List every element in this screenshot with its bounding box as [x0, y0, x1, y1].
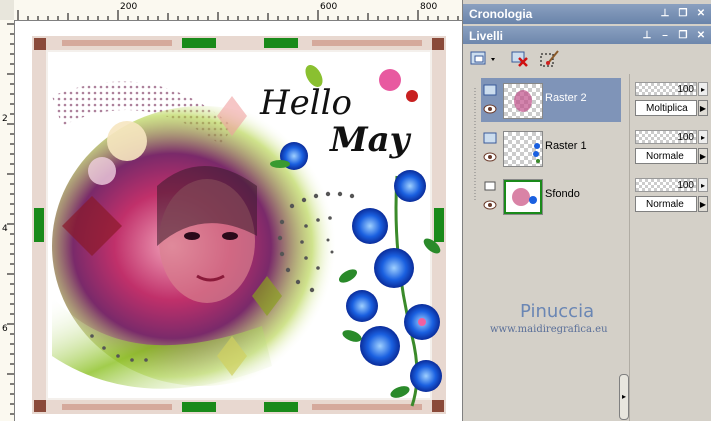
eye-icon[interactable] [483, 104, 497, 114]
image-canvas[interactable]: Hello May [15, 21, 462, 421]
blend-mode-select[interactable]: Normale [635, 148, 697, 164]
ruler-corner [0, 0, 15, 21]
app-window: 200 600 800 2 4 6 Hello May Cronologia ⊥… [0, 0, 711, 421]
layer-thumbnail-sfondo [503, 179, 543, 215]
pin-icon[interactable]: ⊥ [658, 7, 672, 21]
layer-row-sfondo[interactable]: Sfondo [481, 174, 621, 218]
panel-splitter-handle[interactable]: ▸ [619, 374, 629, 420]
ruler-top-label-800: 800 [420, 2, 438, 12]
watermark-url: www.maidiregrafica.eu [490, 324, 608, 335]
brush-selection-icon [540, 50, 559, 67]
ruler-left-label-4: 4 [2, 224, 8, 234]
watermark-name: Pinuccia [520, 301, 595, 322]
ruler-left: 2 4 6 [0, 20, 15, 421]
opacity-slider[interactable]: 100 [635, 130, 697, 144]
opacity-arrow-icon[interactable]: ▸ [698, 178, 708, 192]
layers-list: Raster 2 Raster 1 Sfondo 100 ▸ Moltiplic… [463, 74, 711, 421]
ruler-top: 200 600 800 [14, 0, 462, 21]
edit-selection-button[interactable] [539, 48, 563, 70]
layer-props-raster-1: 100 ▸ Normale ▶ [631, 126, 711, 170]
layer-name: Raster 2 [545, 92, 587, 104]
opacity-arrow-icon[interactable]: ▸ [698, 130, 708, 144]
layer-props-sfondo: 100 ▸ Normale ▶ [631, 174, 711, 218]
delete-layer-icon [511, 51, 528, 67]
layer-row-raster-1[interactable]: Raster 1 [481, 126, 621, 170]
delete-layer-button[interactable] [509, 48, 533, 70]
new-layer-icon [470, 51, 495, 65]
eye-icon[interactable] [483, 152, 497, 162]
dropdown-arrow-icon[interactable]: ▶ [698, 196, 708, 212]
dropdown-arrow-icon[interactable]: ▶ [698, 100, 708, 116]
layer-thumbnail-raster-1 [503, 131, 543, 167]
blend-mode-select[interactable]: Moltiplica [635, 100, 697, 116]
layers-palette-titlebar[interactable]: Livelli ⊥ – ❐ ✕ [463, 26, 711, 46]
history-palette-titlebar[interactable]: Cronologia ⊥ ❐ ✕ [463, 4, 711, 24]
ruler-top-ticks [17, 10, 459, 20]
layers-toolbar [463, 44, 711, 75]
may-text: May [329, 120, 412, 160]
eye-icon[interactable] [483, 200, 497, 210]
minimize-icon[interactable]: – [658, 29, 672, 43]
background-layer-icon [484, 181, 496, 191]
ruler-left-ticks [7, 23, 14, 415]
history-palette-title: Cronologia [469, 7, 533, 21]
opacity-slider[interactable]: 100 [635, 178, 697, 192]
canvas-workspace: 200 600 800 2 4 6 Hello May [0, 0, 462, 421]
layers-divider [629, 74, 630, 421]
layer-props-raster-2: 100 ▸ Moltiplica ▶ [631, 78, 711, 122]
layer-name: Sfondo [545, 188, 580, 200]
pin-icon[interactable]: ⊥ [640, 29, 654, 43]
ruler-top-label-600: 600 [320, 2, 338, 12]
close-icon[interactable]: ✕ [694, 7, 708, 21]
close-icon[interactable]: ✕ [694, 29, 708, 43]
palette-area: Cronologia ⊥ ❐ ✕ Livelli ⊥ – ❐ ✕ Raster … [462, 0, 711, 421]
new-layer-button[interactable] [469, 48, 495, 70]
opacity-slider[interactable]: 100 [635, 82, 697, 96]
ruler-left-label-6: 6 [2, 324, 8, 334]
layer-thumbnail-raster-2 [503, 83, 543, 119]
restore-icon[interactable]: ❐ [676, 29, 690, 43]
layer-name: Raster 1 [545, 140, 587, 152]
opacity-arrow-icon[interactable]: ▸ [698, 82, 708, 96]
layer-row-raster-2[interactable]: Raster 2 [481, 78, 621, 122]
dropdown-arrow-icon[interactable]: ▶ [698, 148, 708, 164]
ruler-left-label-2: 2 [2, 114, 8, 124]
layer-group-icon [483, 132, 497, 144]
restore-icon[interactable]: ❐ [676, 7, 690, 21]
ruler-top-label-200: 200 [120, 2, 138, 12]
blend-mode-select[interactable]: Normale [635, 196, 697, 212]
artwork-image: Hello May [32, 36, 446, 414]
layer-group-icon [483, 84, 497, 96]
hello-text: Hello [259, 83, 352, 123]
layers-palette-title: Livelli [469, 29, 504, 43]
